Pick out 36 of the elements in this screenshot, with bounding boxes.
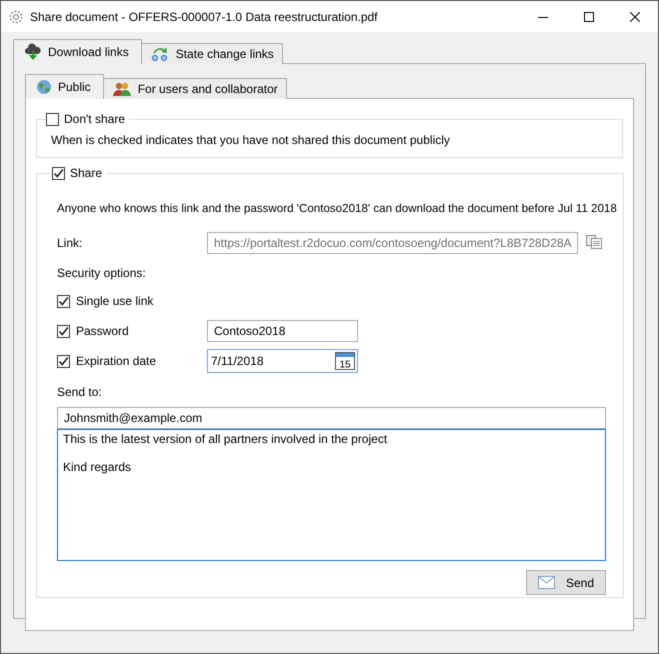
tab[interactable]: Public (25, 74, 104, 99)
send-button[interactable]: Send (526, 570, 606, 595)
field-label: Send to: (57, 385, 103, 399)
checkbox[interactable] (57, 294, 70, 308)
transition-arrows-icon (150, 45, 170, 63)
maximize-icon[interactable] (584, 12, 594, 22)
description-text: When is checked indicates that you have not shared this document publicly (51, 133, 451, 147)
message-field[interactable]: This is the latest version of all partners involved in the project Kind regards (57, 429, 606, 561)
window-title: Share document - OFFERS-000007-1.0 Data reestructuration.pdf (30, 10, 379, 24)
checkbox-label: Expiration date (76, 354, 156, 368)
tab[interactable]: State change links (140, 43, 283, 64)
envelope-icon (538, 576, 556, 590)
checkbox[interactable] (52, 166, 65, 180)
checkbox[interactable] (57, 324, 70, 338)
password-field[interactable]: Contoso2018 (207, 320, 358, 342)
recipient-field[interactable]: Johnsmith@example.com (57, 407, 606, 429)
cloud-download-icon (24, 43, 42, 61)
description-text: Anyone who knows this link and the password 'Contoso2018' can download the document before Jul 11 2018 (57, 202, 617, 215)
link-field[interactable]: https://portaltest.r2docuo.com/contosoeng/document?L8B728D28A (207, 232, 578, 254)
users-icon (112, 81, 132, 97)
checkbox[interactable] (57, 354, 70, 368)
copy-icon[interactable] (586, 234, 602, 248)
section-label: Security options: (57, 266, 147, 280)
calendar-icon[interactable]: 15 (335, 352, 355, 370)
checkbox-label: Single use link (76, 294, 154, 308)
globe-icon (36, 79, 52, 95)
field-label: Link: (57, 236, 84, 250)
tab[interactable]: Download links (13, 39, 142, 64)
checkbox-label: Password (76, 324, 129, 338)
settings-icon (8, 8, 24, 24)
checkbox-label: Don't share (64, 112, 125, 126)
date-field[interactable]: 7/11/2018 15 (207, 349, 358, 373)
close-icon[interactable] (630, 12, 640, 22)
checkbox[interactable] (46, 112, 59, 126)
checkbox-label: Share (70, 166, 102, 180)
tab[interactable]: For users and collaborator (102, 78, 287, 99)
